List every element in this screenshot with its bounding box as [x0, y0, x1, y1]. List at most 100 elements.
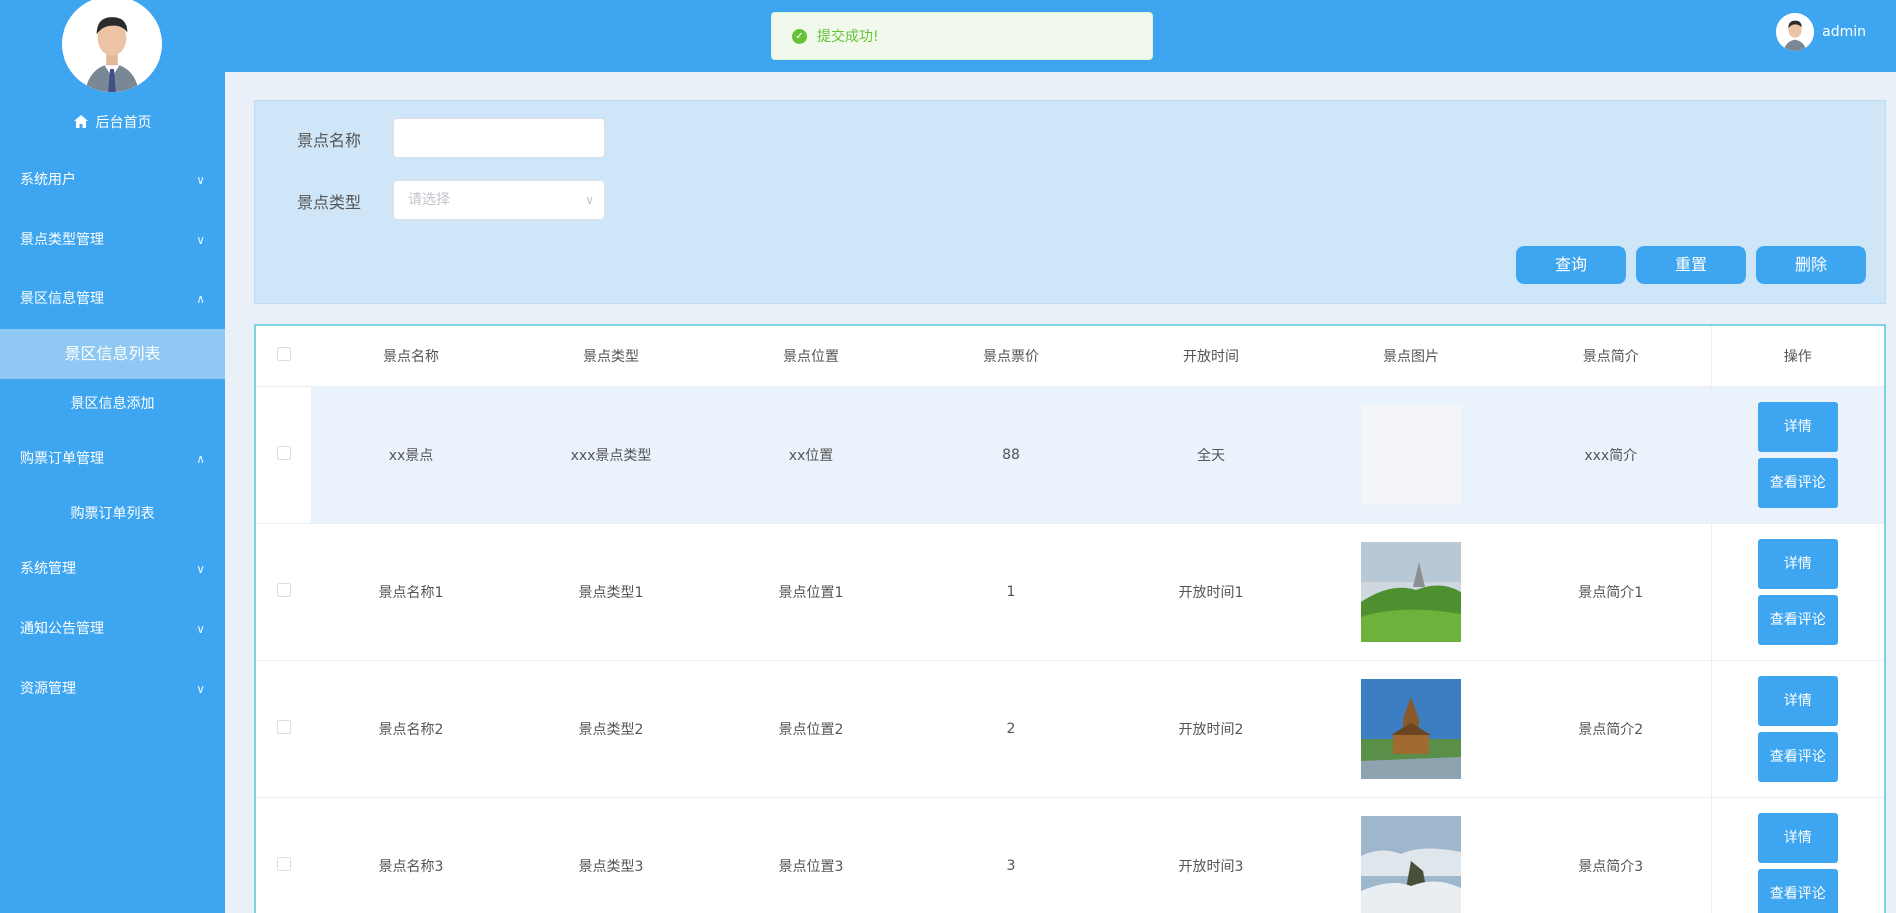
- chevron-up-icon: ∧: [196, 452, 205, 466]
- spot-name-input[interactable]: [393, 118, 605, 158]
- chevron-down-icon: ∨: [196, 682, 205, 696]
- detail-button[interactable]: 详情: [1757, 538, 1838, 589]
- row-select-cell: [256, 660, 311, 798]
- spot-image-wooden-church: [1361, 678, 1461, 779]
- row-checkbox[interactable]: [276, 582, 291, 597]
- sidebar-item-ticket-order[interactable]: 购票订单管理 ∧: [0, 429, 225, 489]
- sidebar-item-scenic-add[interactable]: 景区信息添加: [0, 379, 225, 429]
- cell-location: xx位置: [711, 386, 911, 524]
- cell-time: 开放时间2: [1111, 660, 1311, 798]
- cell-intro: 景点简介1: [1511, 523, 1711, 661]
- column-header: 景点图片: [1311, 326, 1511, 387]
- sidebar-item-scenic-list[interactable]: 景区信息列表: [0, 329, 225, 379]
- row-select-cell: [256, 386, 311, 524]
- toast-message: 提交成功!: [817, 29, 879, 45]
- spot-type-label: 景点类型: [297, 193, 362, 212]
- cell-image: [1311, 660, 1511, 798]
- reset-button[interactable]: 重置: [1636, 246, 1746, 284]
- sidebar-item-label: 系统管理: [20, 561, 76, 577]
- sidebar-item-label: 景区信息管理: [20, 291, 104, 307]
- row-select-cell: [256, 523, 311, 661]
- cell-actions: 详情 查看评论: [1710, 523, 1884, 661]
- column-header: 景点位置: [711, 326, 911, 387]
- spot-name-label: 景点名称: [297, 131, 362, 150]
- cell-time: 全天: [1111, 386, 1311, 524]
- select-all-cell: [256, 326, 311, 387]
- detail-button[interactable]: 详情: [1757, 812, 1838, 863]
- cell-intro: 景点简介3: [1511, 797, 1711, 913]
- sidebar-item-label: 通知公告管理: [20, 621, 104, 637]
- cell-image: [1311, 797, 1511, 913]
- cell-price: 2: [911, 660, 1111, 798]
- row-checkbox[interactable]: [276, 856, 291, 871]
- chevron-down-icon: ∨: [585, 193, 594, 207]
- chevron-down-icon: ∨: [196, 233, 205, 247]
- sidebar-item-label: 后台首页: [95, 115, 152, 131]
- sidebar-item-label: 景点类型管理: [20, 232, 104, 248]
- select-placeholder: 请选择: [408, 192, 450, 208]
- chevron-down-icon: ∨: [196, 562, 205, 576]
- cell-intro: xxx简介: [1511, 386, 1711, 524]
- cell-location: 景点位置2: [711, 660, 911, 798]
- select-all-checkbox[interactable]: [276, 346, 291, 361]
- column-header: 景点类型: [511, 326, 711, 387]
- cell-type: 景点类型1: [511, 523, 711, 661]
- query-button[interactable]: 查询: [1516, 246, 1626, 284]
- search-panel: 景点名称 景点类型 请选择 ∨ 查询 重置 删除: [254, 100, 1886, 304]
- view-comments-button[interactable]: 查看评论: [1757, 457, 1838, 508]
- cell-type: 景点类型3: [511, 797, 711, 913]
- table-row: 景点名称3 景点类型3 景点位置3 3 开放时间3 景点简介3 详情 查看评论: [256, 797, 1884, 913]
- cell-price: 3: [911, 797, 1111, 913]
- column-header: 操作: [1710, 326, 1884, 387]
- sidebar-item-scenic-info[interactable]: 景区信息管理 ∧: [0, 269, 225, 329]
- user-menu[interactable]: admin: [1776, 12, 1866, 52]
- username: admin: [1822, 24, 1866, 40]
- sidebar-item-system-users[interactable]: 系统用户 ∨: [0, 150, 225, 210]
- success-toast: ✓ 提交成功!: [771, 12, 1153, 60]
- view-comments-button[interactable]: 查看评论: [1757, 868, 1838, 913]
- cell-image: [1311, 523, 1511, 661]
- column-header: 景点名称: [311, 326, 511, 387]
- sidebar-item-label: 景区信息添加: [70, 396, 155, 412]
- cell-price: 1: [911, 523, 1111, 661]
- spot-image-placeholder: [1361, 404, 1461, 505]
- cell-time: 开放时间3: [1111, 797, 1311, 913]
- sidebar-item-system-mgmt[interactable]: 系统管理 ∨: [0, 539, 225, 599]
- row-checkbox[interactable]: [276, 445, 291, 460]
- sidebar-item-label: 资源管理: [20, 681, 76, 697]
- spot-image-mountain-meadow: [1361, 541, 1461, 642]
- sidebar-item-notice[interactable]: 通知公告管理 ∨: [0, 599, 225, 659]
- check-circle-icon: ✓: [792, 28, 807, 44]
- chevron-down-icon: ∨: [196, 173, 205, 187]
- row-select-cell: [256, 797, 311, 913]
- chevron-down-icon: ∨: [196, 622, 205, 636]
- detail-button[interactable]: 详情: [1757, 675, 1838, 726]
- column-header: 景点票价: [911, 326, 1111, 387]
- detail-button[interactable]: 详情: [1757, 401, 1838, 452]
- delete-button[interactable]: 删除: [1756, 246, 1866, 284]
- row-checkbox[interactable]: [276, 719, 291, 734]
- column-header: 景点简介: [1511, 326, 1711, 387]
- cell-name: xx景点: [311, 386, 511, 524]
- table-row: xx景点 xxx景点类型 xx位置 88 全天 xxx简介 详情 查看评论: [256, 386, 1884, 524]
- sidebar-item-spot-type[interactable]: 景点类型管理 ∨: [0, 210, 225, 270]
- sidebar-item-label: 景区信息列表: [64, 344, 161, 363]
- table-row: 景点名称1 景点类型1 景点位置1 1 开放时间1 景点简介1 详情 查看评论: [256, 523, 1884, 661]
- sidebar-item-ticket-list[interactable]: 购票订单列表: [0, 489, 225, 539]
- chevron-up-icon: ∧: [196, 292, 205, 306]
- sidebar-item-label: 购票订单列表: [70, 506, 155, 522]
- cell-actions: 详情 查看评论: [1710, 386, 1884, 524]
- cell-price: 88: [911, 386, 1111, 524]
- cell-name: 景点名称1: [311, 523, 511, 661]
- view-comments-button[interactable]: 查看评论: [1757, 594, 1838, 645]
- cell-type: xxx景点类型: [511, 386, 711, 524]
- cell-location: 景点位置1: [711, 523, 911, 661]
- sidebar-item-home[interactable]: 后台首页: [0, 112, 225, 132]
- sidebar-item-resource[interactable]: 资源管理 ∨: [0, 659, 225, 719]
- avatar: [1776, 13, 1815, 51]
- view-comments-button[interactable]: 查看评论: [1757, 731, 1838, 782]
- home-icon: [73, 115, 88, 128]
- spot-type-select[interactable]: 请选择 ∨: [393, 180, 605, 220]
- table-header-row: 景点名称 景点类型 景点位置 景点票价 开放时间 景点图片 景点简介 操作: [256, 326, 1884, 387]
- spot-image-cliff-clouds: [1361, 815, 1461, 913]
